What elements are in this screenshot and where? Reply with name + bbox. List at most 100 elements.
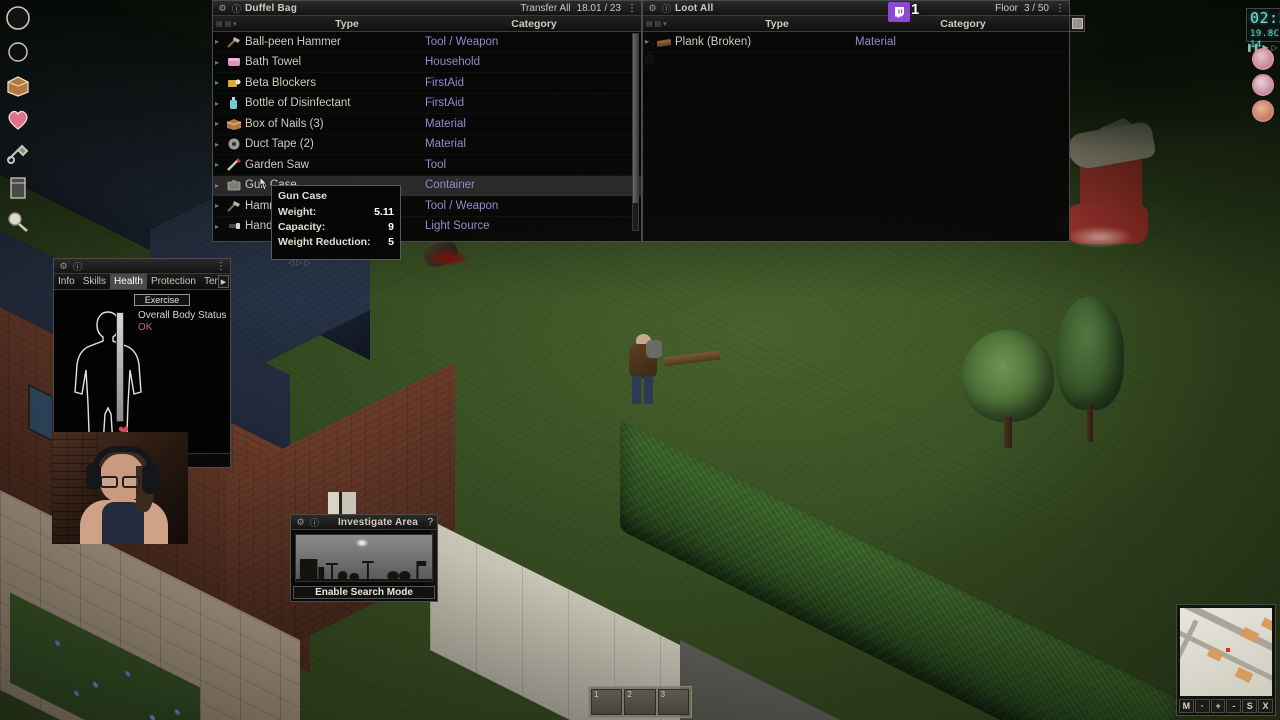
expand-icon[interactable]: ▸ [645,37,653,46]
item-category: Tool / Weapon [425,35,499,48]
moodle-icon[interactable] [1252,74,1274,96]
minimap-button-row[interactable]: M · + - S X [1179,699,1273,713]
moodle-stack[interactable] [1252,48,1276,122]
player-character[interactable] [622,330,666,406]
hotbar-slot[interactable]: 3 [657,689,689,715]
inventory-weight: 18.01 / 23 [576,3,621,14]
tab-info[interactable]: Info [54,274,79,289]
investigate-titlebar[interactable]: ⚙ ⓘ Investigate Area ? [291,515,437,530]
sort-toggle-icons[interactable]: ▤ ▤ ▾ [643,20,697,28]
sort-toggle-icons[interactable]: ▤ ▤ ▾ [213,20,267,28]
expand-icon[interactable]: ▸ [215,58,223,67]
bottle-icon [223,95,245,112]
minimap-button-+[interactable]: + [1210,699,1226,713]
info-icon[interactable]: ⓘ [309,517,320,528]
column-header-type[interactable]: Type [697,18,857,30]
tabs-next-arrow[interactable]: ▶ [218,275,229,288]
hotbar[interactable]: 1 2 3 [588,686,692,718]
expand-icon[interactable]: ▸ [215,160,223,169]
table-row[interactable]: ▸ Garden Saw Tool [213,155,641,176]
collapse-icon[interactable]: ⋮ [1055,3,1065,14]
expand-icon[interactable]: ▸ [215,99,223,108]
expand-icon[interactable]: ▸ [215,181,223,190]
expand-icon[interactable]: ▸ [215,78,223,87]
moodle-icon[interactable] [1252,48,1274,70]
plank-icon [653,33,675,50]
tree [962,330,1054,448]
inventory-column-header: ▤ ▤ ▾ Type Category [213,16,641,32]
tab-skills[interactable]: Skills [79,274,110,289]
item-name: Duct Tape (2) [245,138,314,151]
minimap-button-M[interactable]: M [1179,699,1194,713]
exercise-button[interactable]: Exercise [134,294,190,306]
secondary-bag-icon[interactable] [4,38,32,66]
tooltip-title: Gun Case [278,190,328,202]
minimap-button-X[interactable]: X [1258,699,1273,713]
inventory-bag-icon[interactable] [4,4,32,32]
column-header-type[interactable]: Type [267,18,427,30]
inventory-scrollbar[interactable] [632,33,639,231]
search-magnifier-icon[interactable] [4,208,32,236]
expand-icon[interactable]: ▸ [215,119,223,128]
minimap-view[interactable] [1180,608,1272,696]
transfer-all-button[interactable]: Transfer All [520,3,570,14]
item-name: Garden Saw [245,158,309,171]
minimap-button-·[interactable]: · [1194,699,1210,713]
table-row[interactable]: ▸ Duct Tape (2) Material [213,135,641,156]
item-category: Material [425,117,466,130]
table-row[interactable]: ▸ Bath Towel Household [213,53,641,74]
enable-search-mode-button[interactable]: Enable Search Mode [293,586,435,599]
investigate-preview[interactable] [295,534,433,582]
gear-icon[interactable]: ⚙ [217,3,228,14]
game-clock[interactable]: 02:50PM 19.8C DAY 14 [1246,8,1280,50]
column-header-category[interactable]: Category [427,18,641,30]
question-mark-icon[interactable]: ? [427,517,433,528]
gear-icon[interactable]: ⚙ [58,261,69,272]
expand-icon[interactable]: ▸ [215,37,223,46]
loot-container-selector[interactable] [1069,15,1085,32]
table-row[interactable]: ▸ Beta Blockers FirstAid [213,73,641,94]
table-row[interactable]: ▸ Plank (Broken) Material [643,32,1069,53]
hammer-icon [223,197,245,214]
expand-icon[interactable]: ▸ [215,201,223,210]
sun-glow [355,539,368,547]
inventory-titlebar[interactable]: ⚙ ⓘ Duffel Bag Transfer All 18.01 / 23 ⋮ [213,1,641,16]
gear-icon[interactable]: ⚙ [295,517,306,528]
health-titlebar[interactable]: ⚙ ⓘ ⋮ [54,259,230,274]
minimap[interactable]: M · + - S X [1176,604,1276,716]
floor-container-icon[interactable] [1069,15,1085,32]
tooltip-key-capacity: Capacity: [278,221,326,233]
hotbar-slot[interactable]: 2 [624,689,656,715]
hotbar-slot[interactable]: 1 [591,689,623,715]
moodle-icon[interactable] [1252,100,1274,122]
hotbar-slot-number: 2 [627,690,632,699]
loot-item-list[interactable]: ▸ Plank (Broken) Material [643,32,1069,233]
collapse-icon[interactable]: ⋮ [627,3,637,14]
crafting-box-icon[interactable] [4,72,32,100]
expand-icon[interactable]: ▸ [215,222,223,231]
health-tab-bar[interactable]: Info Skills Health Protection Temp ▶ [54,274,230,290]
journal-book-icon[interactable] [4,174,32,202]
inventory-title: Duffel Bag [245,2,297,14]
tab-health[interactable]: Health [110,274,147,289]
loot-panel[interactable]: ⚙ ⓘ Loot All Floor 3 / 50 ⋮ ▤ ▤ ▾ Type C… [642,0,1085,242]
expand-icon[interactable]: ▸ [215,140,223,149]
crafting-tools-icon[interactable] [4,140,32,168]
info-icon[interactable]: ⓘ [72,261,83,272]
investigate-area-panel[interactable]: ⚙ ⓘ Investigate Area ? Enable Search Mod… [290,514,438,602]
gear-icon[interactable]: ⚙ [647,3,658,14]
loot-all-button[interactable]: Loot All [675,3,713,14]
tab-protection[interactable]: Protection [147,274,200,289]
collapse-icon[interactable]: ⋮ [216,261,226,272]
info-icon[interactable]: ⓘ [661,3,672,14]
minimap-button-S[interactable]: S [1242,699,1258,713]
table-row[interactable]: ▸ Ball-peen Hammer Tool / Weapon [213,32,641,53]
table-row[interactable]: ▸ Bottle of Disinfectant FirstAid [213,94,641,115]
left-icon-toolbar[interactable] [4,4,36,236]
table-row[interactable]: ▸ Box of Nails (3) Material [213,114,641,135]
health-heart-icon[interactable] [4,106,32,134]
item-tooltip: Gun Case Weight: 5.11 Capacity: 9 Weight R… [271,185,401,267]
info-icon[interactable]: ⓘ [231,3,242,14]
minimap-button--[interactable]: - [1226,699,1242,713]
loot-titlebar[interactable]: ⚙ ⓘ Loot All Floor 3 / 50 ⋮ [643,1,1069,16]
